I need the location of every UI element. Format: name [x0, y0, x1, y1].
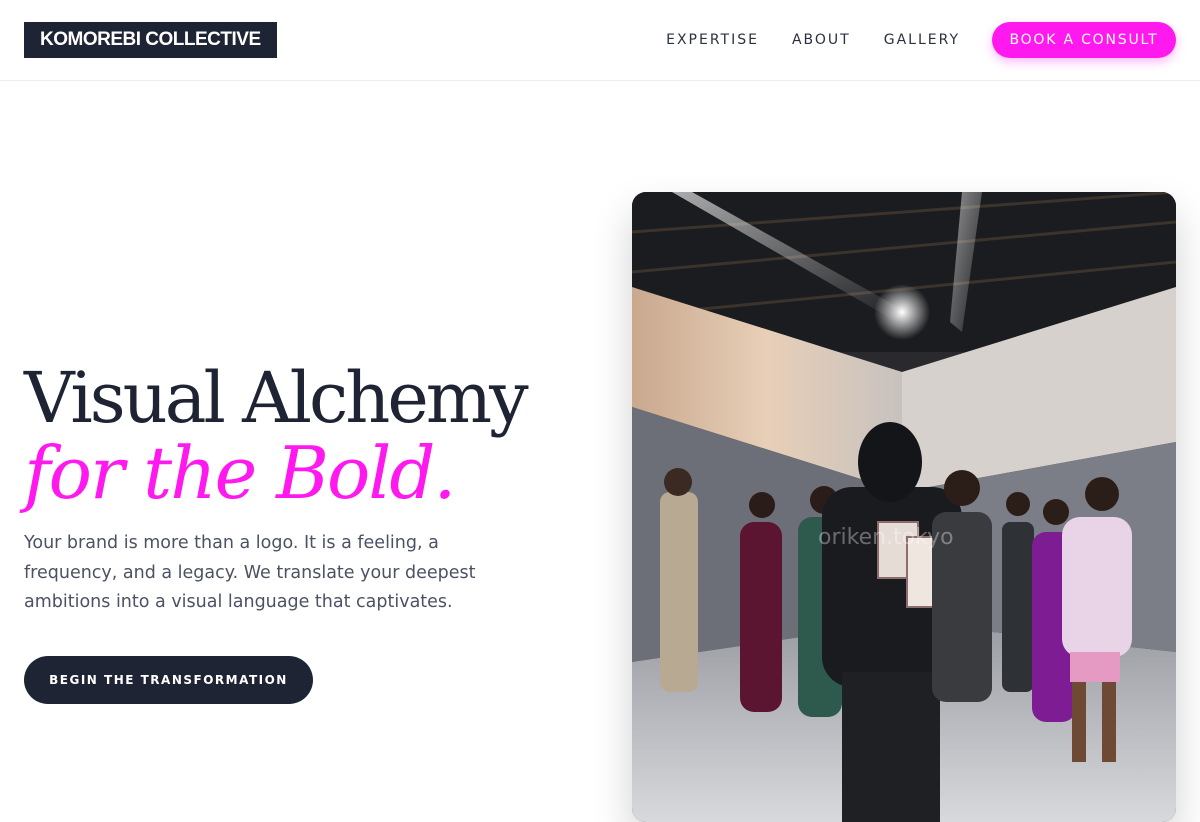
nav-link-about[interactable]: ABOUT [792, 30, 851, 50]
brand-logo[interactable]: KOMOREBI COLLECTIVE [24, 22, 277, 58]
top-navbar: KOMOREBI COLLECTIVE EXPERTISE ABOUT GALL… [0, 0, 1200, 81]
hero-title: Visual Alchemy for the Bold. [24, 357, 529, 515]
nav-link-gallery[interactable]: GALLERY [884, 30, 960, 50]
hero-title-line2: for the Bold. [24, 431, 456, 515]
hero-description: Your brand is more than a logo. It is a … [24, 533, 476, 612]
book-consult-button[interactable]: BOOK A CONSULT [992, 22, 1176, 58]
main-nav: EXPERTISE ABOUT GALLERY [666, 30, 960, 50]
photo-watermark: oriken.tokyo [818, 525, 954, 550]
begin-transformation-button[interactable]: BEGIN THE TRANSFORMATION [24, 656, 313, 704]
fashion-show-photo: oriken.tokyo [632, 192, 1176, 822]
nav-link-expertise[interactable]: EXPERTISE [666, 30, 759, 50]
hero-photo: oriken.tokyo [632, 192, 1176, 822]
hero-title-line1: Visual Alchemy [24, 357, 529, 439]
